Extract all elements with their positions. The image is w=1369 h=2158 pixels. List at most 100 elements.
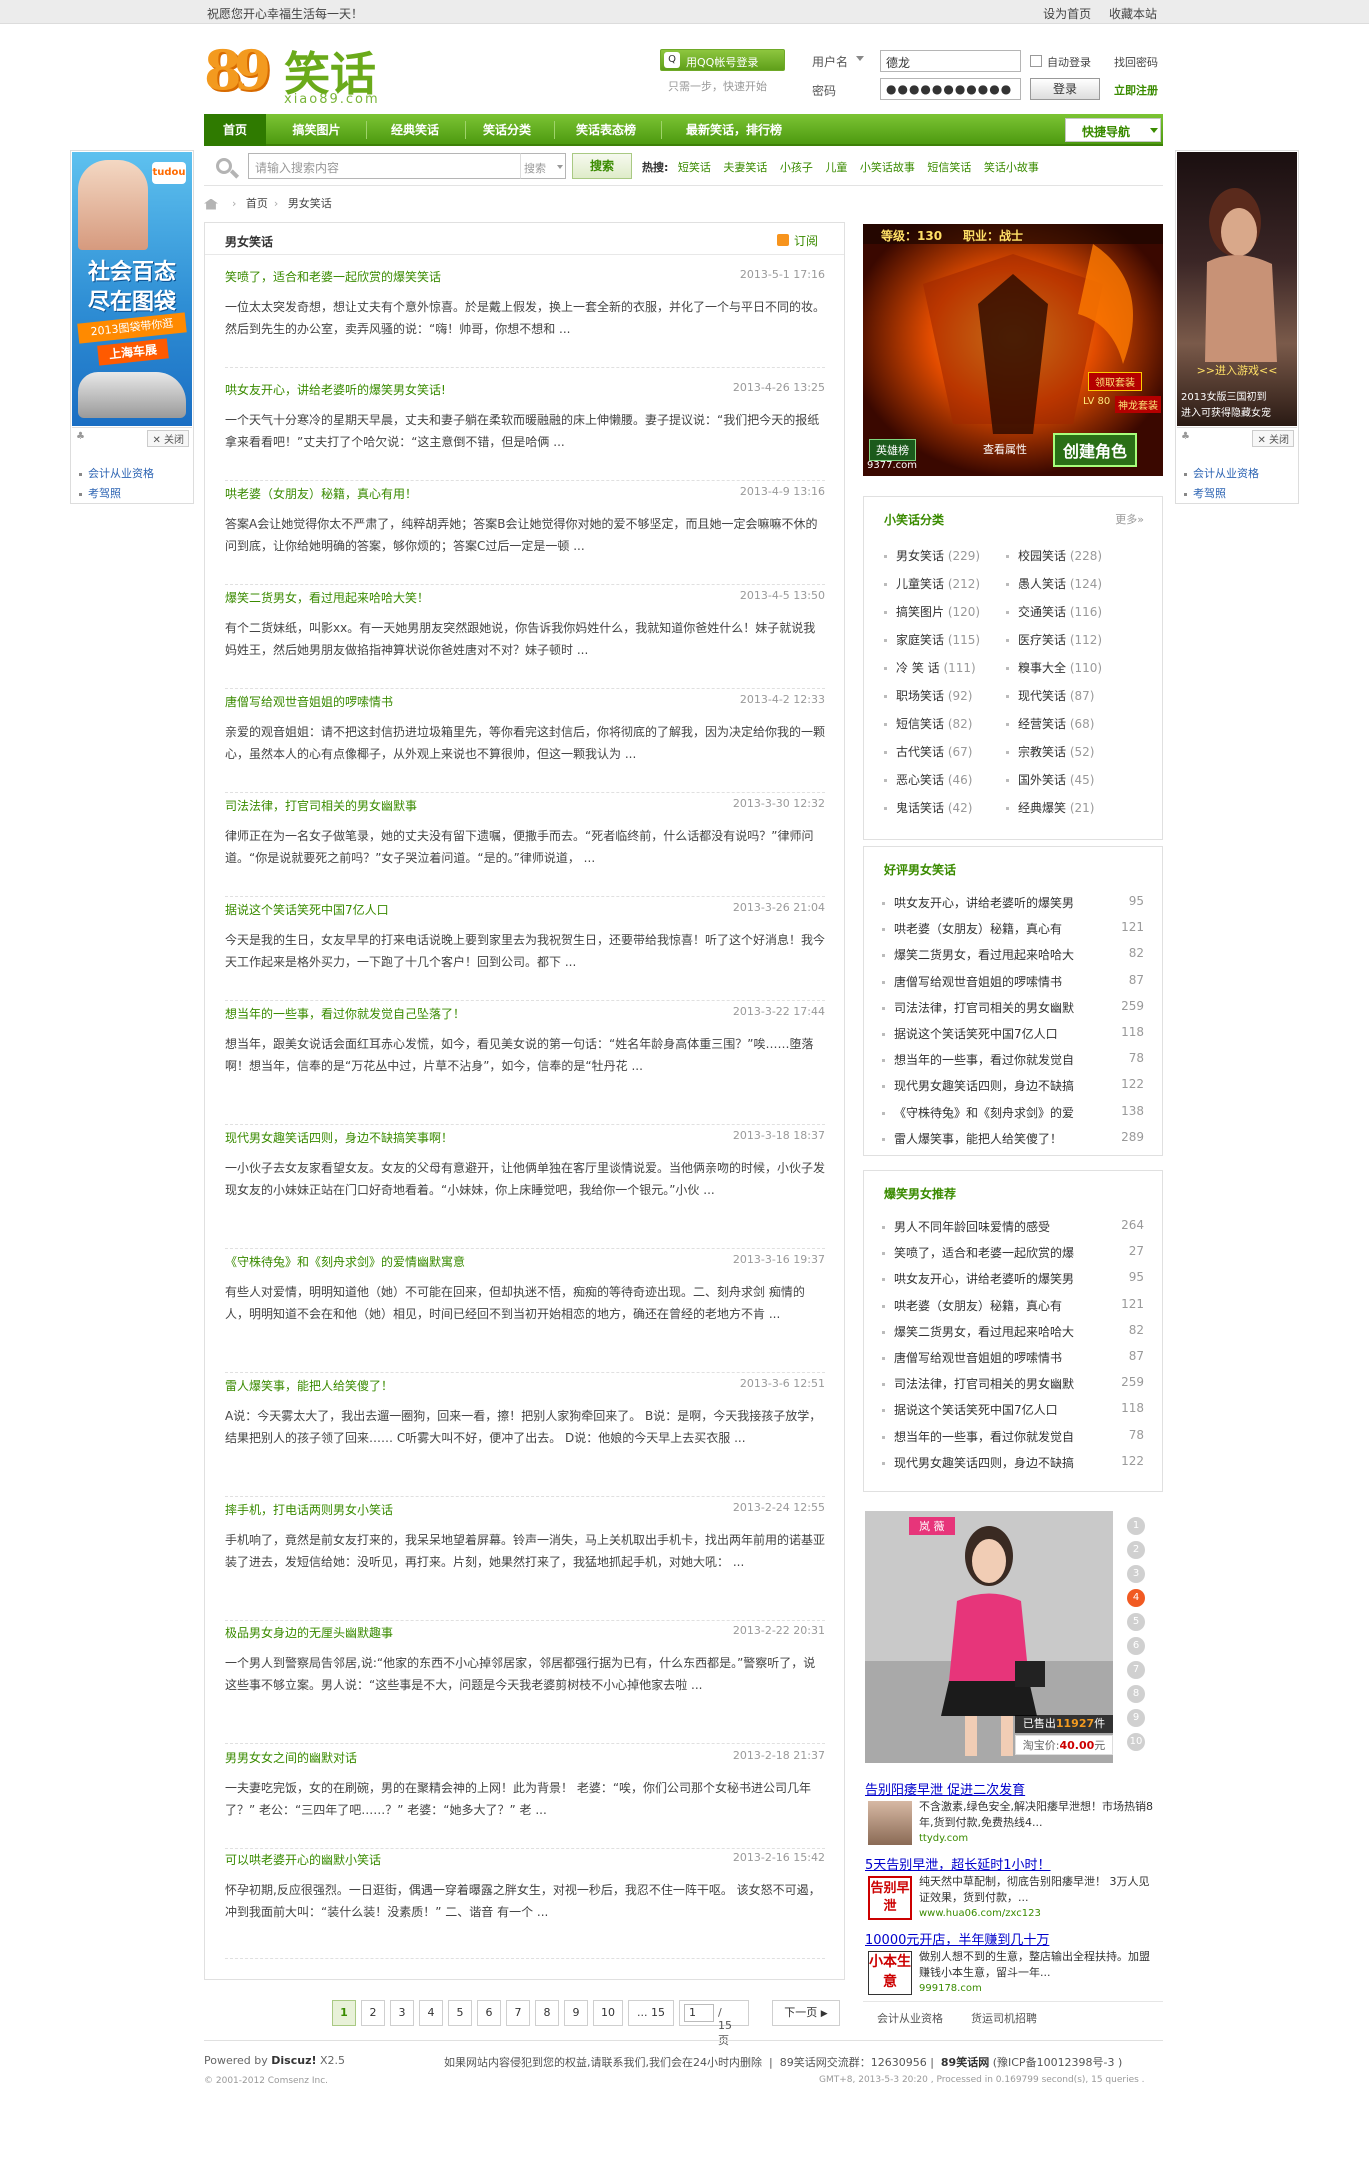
left-ad-link[interactable]: 会计从业资格 bbox=[79, 465, 154, 481]
post-title-link[interactable]: 男男女女之间的幽默对话 bbox=[225, 1749, 357, 1766]
post-title-link[interactable]: 极品男女身边的无厘头幽默趣事 bbox=[225, 1624, 393, 1641]
text-ad-url[interactable]: ttydy.com bbox=[919, 1833, 968, 1844]
nav-home[interactable]: 首页 bbox=[204, 114, 266, 146]
ranked-joke-link[interactable]: 据说这个笑话笑死中国7亿人口 118 bbox=[882, 1025, 1144, 1042]
ranked-joke-link[interactable]: 哄女友开心，讲给老婆听的爆笑男 95 bbox=[882, 894, 1144, 911]
site-logo[interactable]: 89 笑话 xiao89.com bbox=[204, 38, 404, 108]
right-floating-ad[interactable]: >>进入游戏<< 2013女版三国初到 进入可获得隐藏女宠 ♣ ✕ 关闭 会计从… bbox=[1175, 150, 1299, 504]
ranked-joke-link[interactable]: 男人不同年龄回味爱情的感受 264 bbox=[882, 1218, 1144, 1235]
discuz-link[interactable]: Discuz! bbox=[271, 2054, 316, 2067]
text-ad-desc[interactable]: 做别人想不到的生意，整店输出全程扶持。加盟赚钱小本生意，留斗一年... bbox=[919, 1949, 1155, 1981]
page-number[interactable]: 5 bbox=[448, 2000, 472, 2026]
category-link[interactable]: 校园笑话 (228) bbox=[1006, 547, 1102, 564]
category-link[interactable]: 医疗笑话 (112) bbox=[1006, 631, 1102, 648]
right-ad-link[interactable]: 考驾照 bbox=[1184, 485, 1226, 501]
text-ad-title[interactable]: 10000元开店，半年赚到几十万 bbox=[865, 1929, 1049, 1948]
ranked-joke-link[interactable]: 司法法律，打官司相关的男女幽默 259 bbox=[882, 1375, 1144, 1392]
hot-word-link[interactable]: 短信笑话 bbox=[927, 161, 971, 174]
page-last[interactable]: ... 15 bbox=[628, 2000, 674, 2026]
category-link[interactable]: 职场笑话 (92) bbox=[884, 687, 972, 704]
text-ad-url[interactable]: 999178.com bbox=[919, 1983, 982, 1994]
text-ad-badge[interactable]: 告别早泄 bbox=[868, 1876, 912, 1920]
category-link[interactable]: 现代笑话 (87) bbox=[1006, 687, 1094, 704]
breadcrumb-home[interactable]: 首页 bbox=[246, 197, 268, 210]
carousel-dot[interactable]: 6 bbox=[1127, 1637, 1145, 1655]
login-button[interactable]: 登录 bbox=[1030, 78, 1100, 100]
register-link[interactable]: 立即注册 bbox=[1114, 82, 1158, 98]
right-ad-close-button[interactable]: ✕ 关闭 bbox=[1252, 430, 1294, 447]
category-link[interactable]: 经营笑话 (68) bbox=[1006, 715, 1094, 732]
hot-word-link[interactable]: 笑话小故事 bbox=[984, 161, 1039, 174]
ranked-joke-link[interactable]: 现代男女趣笑话四则，身边不缺搞 122 bbox=[882, 1077, 1144, 1094]
post-title-link[interactable]: 笑喷了，适合和老婆一起欣赏的爆笑笑话 bbox=[225, 268, 441, 285]
carousel-dot[interactable]: 2 bbox=[1127, 1541, 1145, 1559]
site-name-link[interactable]: 89笑话网 bbox=[941, 2056, 989, 2069]
ranked-joke-link[interactable]: 《守株待兔》和《刻舟求剑》的爱 138 bbox=[882, 1103, 1144, 1121]
ranked-joke-link[interactable]: 哄老婆（女朋友）秘籍，真心有 121 bbox=[882, 1296, 1144, 1314]
hot-word-link[interactable]: 小笑话故事 bbox=[860, 161, 915, 174]
page-number[interactable]: 7 bbox=[506, 2000, 530, 2026]
carousel-dot[interactable]: 7 bbox=[1127, 1661, 1145, 1679]
auto-login-checkbox[interactable] bbox=[1030, 55, 1042, 67]
ranked-joke-link[interactable]: 爆笑二货男女，看过甩起来哈哈大 82 bbox=[882, 946, 1144, 963]
category-link[interactable]: 男女笑话 (229) bbox=[884, 547, 980, 564]
right-ad-image[interactable]: >>进入游戏<< 2013女版三国初到 进入可获得隐藏女宠 bbox=[1177, 152, 1297, 426]
icp-number[interactable]: (豫ICP备10012398号-3 ) bbox=[993, 2056, 1123, 2069]
category-link[interactable]: 恶心笑话 (46) bbox=[884, 771, 972, 788]
category-link[interactable]: 鬼话笑话 (42) bbox=[884, 799, 972, 816]
ranked-joke-link[interactable]: 笑喷了，适合和老婆一起欣赏的爆 27 bbox=[882, 1244, 1144, 1261]
post-title-link[interactable]: 摔手机，打电话两则男女小笑话 bbox=[225, 1501, 393, 1518]
password-input[interactable]: ●●●●●●●●●●● bbox=[880, 78, 1021, 100]
rss-subscribe-link[interactable]: 订阅 bbox=[777, 232, 818, 249]
category-link[interactable]: 交通笑话 (116) bbox=[1006, 603, 1102, 620]
text-ad-title[interactable]: 5天告别早泄，超长延时1小时！ bbox=[865, 1854, 1051, 1873]
page-number[interactable]: 1 bbox=[332, 2000, 356, 2026]
page-number[interactable]: 4 bbox=[419, 2000, 443, 2026]
post-title-link[interactable]: 《守株待兔》和《刻舟求剑》的爱情幽默寓意 bbox=[225, 1253, 465, 1270]
left-ad-close-button[interactable]: ✕ 关闭 bbox=[147, 430, 189, 447]
quick-nav-dropdown[interactable]: 快捷导航 bbox=[1065, 118, 1161, 142]
ranked-joke-link[interactable]: 据说这个笑话笑死中国7亿人口 118 bbox=[882, 1401, 1144, 1418]
post-title-link[interactable]: 爆笑二货男女，看过甩起来哈哈大笑！ bbox=[225, 589, 429, 606]
breadcrumb-current[interactable]: 男女笑话 bbox=[288, 197, 332, 210]
nav-joke-rankings[interactable]: 笑话表态榜 bbox=[560, 114, 652, 146]
set-homepage-link[interactable]: 设为首页 bbox=[1043, 7, 1091, 21]
category-more-link[interactable]: 更多» bbox=[1115, 511, 1144, 527]
nav-joke-categories[interactable]: 笑话分类 bbox=[467, 114, 547, 146]
fashion-ad-photo[interactable]: 岚 薇 已售出11927件 淘宝价:40.00元 bbox=[865, 1511, 1113, 1763]
category-link[interactable]: 古代笑话 (67) bbox=[884, 743, 972, 760]
ranked-joke-link[interactable]: 司法法律，打官司相关的男女幽默 259 bbox=[882, 998, 1144, 1016]
text-ad-image[interactable] bbox=[868, 1801, 912, 1845]
text-ad-title[interactable]: 告别阳痿早泄 促进二次发育 bbox=[865, 1779, 1025, 1798]
text-ad-desc[interactable]: 不含激素,绿色安全,解决阳痿早泄想！市场热销8年,货到付款,免费热线4... bbox=[919, 1799, 1155, 1831]
carousel-dot[interactable]: 8 bbox=[1127, 1685, 1145, 1703]
page-number[interactable]: 10 bbox=[593, 2000, 623, 2026]
post-title-link[interactable]: 唐僧写给观世音姐姐的啰嗦情书 bbox=[225, 693, 393, 710]
search-button[interactable]: 搜索 bbox=[572, 153, 632, 179]
category-link[interactable]: 国外笑话 (45) bbox=[1006, 771, 1094, 788]
ad-link-accounting[interactable]: 会计从业资格 bbox=[877, 2010, 943, 2026]
game-view-attr-button[interactable]: 查看属性 bbox=[983, 441, 1027, 457]
page-number[interactable]: 8 bbox=[535, 2000, 559, 2026]
hot-word-link[interactable]: 短笑话 bbox=[678, 161, 711, 174]
page-number[interactable]: 6 bbox=[477, 2000, 501, 2026]
nav-funny-pictures[interactable]: 搞笑图片 bbox=[274, 114, 359, 146]
post-title-link[interactable]: 想当年的一些事，看过你就发觉自己坠落了！ bbox=[225, 1005, 465, 1022]
post-title-link[interactable]: 可以哄老婆开心的幽默小笑话 bbox=[225, 1851, 381, 1868]
page-jump-input[interactable]: 1 bbox=[684, 2004, 714, 2022]
ranked-joke-link[interactable]: 唐僧写给观世音姐姐的啰嗦情书 87 bbox=[882, 972, 1144, 990]
search-input[interactable]: 请输入搜索内容 bbox=[248, 153, 521, 179]
category-link[interactable]: 儿童笑话 (212) bbox=[884, 575, 980, 592]
qq-login-button[interactable]: Q 用QQ帐号登录 bbox=[660, 49, 785, 71]
hot-word-link[interactable]: 儿童 bbox=[825, 161, 847, 174]
left-ad-link[interactable]: 考驾照 bbox=[79, 485, 121, 501]
category-link[interactable]: 冷 笑 话 (111) bbox=[884, 659, 976, 676]
search-type-select[interactable]: 搜索 bbox=[520, 153, 566, 179]
right-ad-link[interactable]: 会计从业资格 bbox=[1184, 465, 1259, 481]
post-title-link[interactable]: 雷人爆笑事，能把人给笑傻了！ bbox=[225, 1377, 393, 1394]
ranked-joke-link[interactable]: 哄女友开心，讲给老婆听的爆笑男 95 bbox=[882, 1270, 1144, 1287]
category-link[interactable]: 经典爆笑 (21) bbox=[1006, 799, 1094, 816]
post-title-link[interactable]: 司法法律，打官司相关的男女幽默事 bbox=[225, 797, 417, 814]
nav-latest-jokes[interactable]: 最新笑话，排行榜 bbox=[668, 114, 800, 146]
game-create-role-button[interactable]: 创建角色 bbox=[1053, 433, 1138, 467]
